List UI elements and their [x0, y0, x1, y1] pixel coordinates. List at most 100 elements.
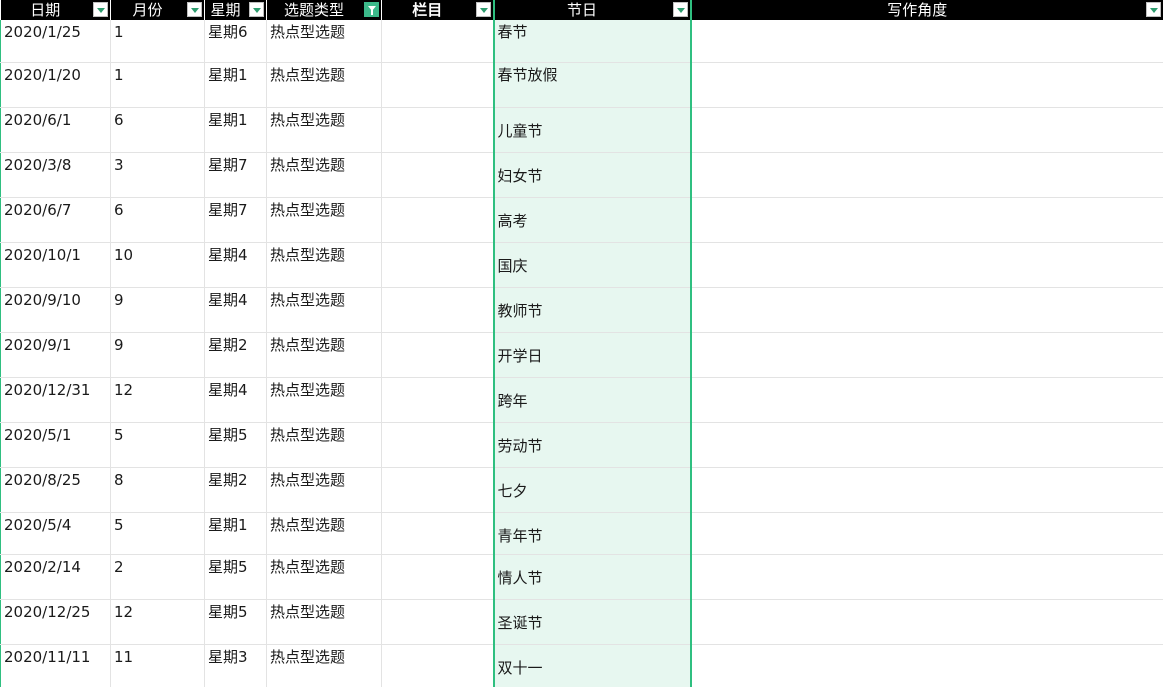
cell-column[interactable]	[381, 107, 494, 153]
chevron-down-icon[interactable]	[1146, 2, 1161, 17]
cell-column[interactable]	[381, 332, 494, 378]
cell-month[interactable]: 5	[110, 422, 205, 468]
cell-holiday[interactable]: 七夕	[492, 467, 692, 513]
cell-holiday[interactable]: 跨年	[492, 377, 692, 423]
cell-column[interactable]	[381, 422, 494, 468]
cell-holiday[interactable]: 春节	[492, 20, 692, 63]
cell-angle[interactable]	[690, 422, 1163, 468]
header-date[interactable]: 日期	[0, 0, 111, 20]
cell-column[interactable]	[381, 197, 494, 243]
cell-type[interactable]: 热点型选题	[266, 20, 382, 63]
cell-date[interactable]: 2020/11/11	[0, 644, 111, 690]
cell-date[interactable]: 2020/5/1	[0, 422, 111, 468]
cell-date[interactable]: 2020/9/1	[0, 332, 111, 378]
cell-angle[interactable]	[690, 62, 1163, 108]
cell-weekday[interactable]: 星期7	[204, 197, 267, 243]
cell-month[interactable]: 1	[110, 20, 205, 63]
cell-date[interactable]: 2020/3/8	[0, 152, 111, 198]
cell-month[interactable]: 6	[110, 197, 205, 243]
cell-weekday[interactable]: 星期1	[204, 62, 267, 108]
cell-month[interactable]: 10	[110, 242, 205, 288]
cell-type[interactable]: 热点型选题	[266, 512, 382, 555]
cell-weekday[interactable]: 星期2	[204, 332, 267, 378]
cell-column[interactable]	[381, 599, 494, 645]
cell-type[interactable]: 热点型选题	[266, 332, 382, 378]
cell-angle[interactable]	[690, 287, 1163, 333]
cell-type[interactable]: 热点型选题	[266, 107, 382, 153]
header-type[interactable]: 选题类型	[266, 0, 382, 20]
cell-date[interactable]: 2020/10/1	[0, 242, 111, 288]
cell-type[interactable]: 热点型选题	[266, 152, 382, 198]
cell-holiday[interactable]: 儿童节	[492, 107, 692, 153]
cell-type[interactable]: 热点型选题	[266, 644, 382, 690]
cell-date[interactable]: 2020/8/25	[0, 467, 111, 513]
cell-column[interactable]	[381, 287, 494, 333]
cell-weekday[interactable]: 星期1	[204, 512, 267, 555]
cell-column[interactable]	[381, 20, 494, 63]
cell-type[interactable]: 热点型选题	[266, 554, 382, 600]
chevron-down-icon[interactable]	[187, 2, 202, 17]
cell-month[interactable]: 9	[110, 287, 205, 333]
cell-weekday[interactable]: 星期2	[204, 467, 267, 513]
cell-month[interactable]: 1	[110, 62, 205, 108]
cell-holiday[interactable]: 圣诞节	[492, 599, 692, 645]
cell-month[interactable]: 6	[110, 107, 205, 153]
cell-weekday[interactable]: 星期3	[204, 644, 267, 690]
cell-weekday[interactable]: 星期5	[204, 422, 267, 468]
cell-weekday[interactable]: 星期4	[204, 242, 267, 288]
cell-date[interactable]: 2020/2/14	[0, 554, 111, 600]
cell-month[interactable]: 12	[110, 377, 205, 423]
cell-weekday[interactable]: 星期4	[204, 377, 267, 423]
cell-column[interactable]	[381, 377, 494, 423]
cell-month[interactable]: 9	[110, 332, 205, 378]
cell-weekday[interactable]: 星期5	[204, 554, 267, 600]
cell-angle[interactable]	[690, 332, 1163, 378]
cell-angle[interactable]	[690, 554, 1163, 600]
cell-column[interactable]	[381, 62, 494, 108]
cell-date[interactable]: 2020/12/31	[0, 377, 111, 423]
cell-holiday[interactable]: 双十一	[492, 644, 692, 690]
cell-holiday[interactable]: 劳动节	[492, 422, 692, 468]
cell-type[interactable]: 热点型选题	[266, 422, 382, 468]
cell-month[interactable]: 11	[110, 644, 205, 690]
cell-month[interactable]: 2	[110, 554, 205, 600]
cell-column[interactable]	[381, 512, 494, 555]
chevron-down-icon[interactable]	[475, 2, 491, 17]
cell-month[interactable]: 8	[110, 467, 205, 513]
cell-column[interactable]	[381, 554, 494, 600]
cell-date[interactable]: 2020/1/20	[0, 62, 111, 108]
cell-angle[interactable]	[690, 107, 1163, 153]
header-column[interactable]: 栏目	[381, 0, 494, 20]
cell-angle[interactable]	[690, 377, 1163, 423]
header-weekday[interactable]: 星期	[204, 0, 267, 20]
cell-holiday[interactable]: 青年节	[492, 512, 692, 555]
cell-type[interactable]: 热点型选题	[266, 377, 382, 423]
cell-weekday[interactable]: 星期5	[204, 599, 267, 645]
cell-holiday[interactable]: 高考	[492, 197, 692, 243]
cell-month[interactable]: 12	[110, 599, 205, 645]
cell-date[interactable]: 2020/9/10	[0, 287, 111, 333]
cell-angle[interactable]	[690, 467, 1163, 513]
cell-type[interactable]: 热点型选题	[266, 467, 382, 513]
cell-holiday[interactable]: 教师节	[492, 287, 692, 333]
cell-date[interactable]: 2020/5/4	[0, 512, 111, 555]
cell-type[interactable]: 热点型选题	[266, 287, 382, 333]
cell-type[interactable]: 热点型选题	[266, 242, 382, 288]
cell-weekday[interactable]: 星期7	[204, 152, 267, 198]
cell-date[interactable]: 2020/1/25	[0, 20, 111, 63]
cell-column[interactable]	[381, 467, 494, 513]
cell-weekday[interactable]: 星期6	[204, 20, 267, 63]
cell-column[interactable]	[381, 644, 494, 690]
cell-holiday[interactable]: 春节放假	[492, 62, 692, 108]
cell-angle[interactable]	[690, 152, 1163, 198]
cell-weekday[interactable]: 星期1	[204, 107, 267, 153]
cell-column[interactable]	[381, 152, 494, 198]
cell-holiday[interactable]: 开学日	[492, 332, 692, 378]
cell-month[interactable]: 3	[110, 152, 205, 198]
chevron-down-icon[interactable]	[93, 2, 108, 17]
cell-date[interactable]: 2020/6/1	[0, 107, 111, 153]
cell-angle[interactable]	[690, 20, 1163, 63]
cell-angle[interactable]	[690, 512, 1163, 555]
cell-month[interactable]: 5	[110, 512, 205, 555]
cell-type[interactable]: 热点型选题	[266, 599, 382, 645]
